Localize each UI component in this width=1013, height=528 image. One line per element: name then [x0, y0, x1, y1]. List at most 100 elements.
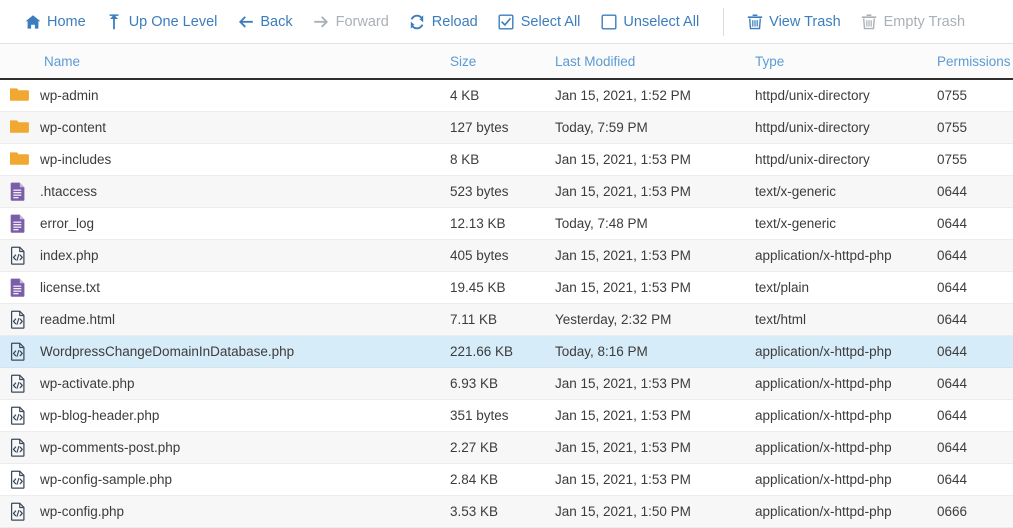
cell-permissions: 0644 — [927, 399, 1013, 432]
cell-name[interactable]: .htaccess — [0, 175, 440, 208]
table-row[interactable]: wp-activate.php 6.93 KB Jan 15, 2021, 1:53… — [0, 367, 1013, 400]
cell-type: httpd/unix-directory — [745, 79, 927, 112]
cell-name[interactable]: wp-blog-header.php — [0, 399, 440, 432]
cell-modified: Today, 7:48 PM — [545, 207, 745, 240]
cell-type: application/x-httpd-php — [745, 335, 927, 368]
cell-modified: Jan 15, 2021, 1:53 PM — [545, 271, 745, 304]
cell-type: text/x-generic — [745, 175, 927, 208]
toolbar-forward-label: Forward — [335, 13, 389, 30]
checkbox-empty-icon — [600, 13, 617, 30]
column-header-name-label: Name — [44, 53, 81, 69]
cell-size: 8 KB — [440, 143, 545, 176]
cell-permissions: 0644 — [927, 335, 1013, 368]
code-file-icon — [10, 245, 29, 266]
table-row[interactable]: wp-admin 4 KB Jan 15, 2021, 1:52 PM httpd/u… — [0, 79, 1013, 112]
table-row[interactable]: readme.html 7.11 KB Yesterday, 2:32 PM text… — [0, 303, 1013, 336]
file-name-label[interactable]: wp-config-sample.php — [40, 472, 172, 487]
toolbar-select-all-label: Select All — [520, 13, 581, 30]
column-header-size[interactable]: Size — [440, 44, 545, 80]
text-file-icon — [10, 181, 29, 202]
cell-size: 221.66 KB — [440, 335, 545, 368]
table-row[interactable]: wp-blog-header.php 351 bytes Jan 15, 2021,… — [0, 399, 1013, 432]
column-header-permissions[interactable]: Permissions — [927, 44, 1013, 80]
table-row[interactable]: wp-config-sample.php 2.84 KB Jan 15, 2021,… — [0, 463, 1013, 496]
table-row[interactable]: wp-content 127 bytes Today, 7:59 PM httpd/u… — [0, 111, 1013, 144]
cell-modified: Jan 15, 2021, 1:53 PM — [545, 367, 745, 400]
checkbox-checked-icon — [498, 13, 515, 30]
cell-name[interactable]: wp-config.php — [0, 495, 440, 528]
file-name-label[interactable]: wp-activate.php — [40, 376, 135, 391]
toolbar-forward: Forward — [303, 7, 399, 37]
file-name-label[interactable]: readme.html — [40, 312, 115, 327]
file-name-label[interactable]: WordpressChangeDomainInDatabase.php — [40, 344, 294, 359]
cell-type: text/x-generic — [745, 207, 927, 240]
file-name-label[interactable]: wp-includes — [40, 152, 111, 167]
toolbar-back[interactable]: Back — [227, 7, 302, 37]
cell-permissions: 0755 — [927, 111, 1013, 144]
cell-permissions: 0644 — [927, 303, 1013, 336]
table-row[interactable]: wp-includes 8 KB Jan 15, 2021, 1:53 PM http… — [0, 143, 1013, 176]
file-table-body: wp-admin 4 KB Jan 15, 2021, 1:52 PM httpd/u… — [0, 79, 1013, 528]
cell-name[interactable]: wp-config-sample.php — [0, 463, 440, 496]
table-row[interactable]: index.php 405 bytes Jan 15, 2021, 1:53 PM a… — [0, 239, 1013, 272]
cell-name[interactable]: wp-includes — [0, 143, 440, 176]
cell-name[interactable]: wp-admin — [0, 79, 440, 112]
cell-type: application/x-httpd-php — [745, 239, 927, 272]
file-name-label[interactable]: wp-blog-header.php — [40, 408, 159, 423]
file-name-label[interactable]: wp-admin — [40, 88, 99, 103]
column-header-modified[interactable]: Last Modified — [545, 44, 745, 80]
cell-modified: Jan 15, 2021, 1:53 PM — [545, 399, 745, 432]
cell-name[interactable]: wp-content — [0, 111, 440, 144]
column-header-size-label: Size — [450, 53, 477, 69]
file-name-label[interactable]: wp-comments-post.php — [40, 440, 180, 455]
toolbar-view-trash[interactable]: View Trash — [736, 7, 850, 37]
table-row[interactable]: WordpressChangeDomainInDatabase.php 221.6… — [0, 335, 1013, 368]
cell-name[interactable]: wp-activate.php — [0, 367, 440, 400]
toolbar-home[interactable]: Home — [14, 7, 96, 37]
table-row[interactable]: error_log 12.13 KB Today, 7:48 PM text/x-ge… — [0, 207, 1013, 240]
toolbar-unselect-all[interactable]: Unselect All — [590, 7, 709, 37]
file-name-label[interactable]: .htaccess — [40, 184, 97, 199]
table-row[interactable]: license.txt 19.45 KB Jan 15, 2021, 1:53 PM… — [0, 271, 1013, 304]
code-file-icon — [10, 469, 29, 490]
cell-size: 2.84 KB — [440, 463, 545, 496]
file-name-label[interactable]: index.php — [40, 248, 99, 263]
cell-size: 4 KB — [440, 79, 545, 112]
file-name-label[interactable]: license.txt — [40, 280, 100, 295]
file-name-label[interactable]: error_log — [40, 216, 94, 231]
table-row[interactable]: wp-config.php 3.53 KB Jan 15, 2021, 1:50 P… — [0, 495, 1013, 528]
file-name-label[interactable]: wp-content — [40, 120, 106, 135]
file-listing-table: Name Size Last Modified Type Permissions wp-… — [0, 44, 1013, 528]
table-row[interactable]: wp-comments-post.php 2.27 KB Jan 15, 2021,… — [0, 431, 1013, 464]
cell-name[interactable]: license.txt — [0, 271, 440, 304]
toolbar-reload[interactable]: Reload — [399, 7, 488, 37]
toolbar-empty-trash-label: Empty Trash — [883, 13, 966, 30]
file-table-header: Name Size Last Modified Type Permissions — [0, 44, 1013, 80]
cell-modified: Jan 15, 2021, 1:53 PM — [545, 175, 745, 208]
home-icon — [24, 13, 41, 30]
cell-name[interactable]: WordpressChangeDomainInDatabase.php — [0, 335, 440, 368]
code-file-icon — [10, 373, 29, 394]
cell-permissions: 0755 — [927, 79, 1013, 112]
arrow-right-icon — [313, 13, 330, 30]
file-table-header-row: Name Size Last Modified Type Permissions — [0, 44, 1013, 80]
toolbar-view-trash-label: View Trash — [769, 13, 841, 30]
cell-name[interactable]: index.php — [0, 239, 440, 272]
cell-type: httpd/unix-directory — [745, 143, 927, 176]
cell-type: httpd/unix-directory — [745, 111, 927, 144]
file-name-label[interactable]: wp-config.php — [40, 504, 124, 519]
arrow-up-icon — [106, 13, 123, 30]
toolbar-up-one-level[interactable]: Up One Level — [96, 7, 228, 37]
toolbar-select-all[interactable]: Select All — [488, 7, 591, 37]
column-header-name[interactable]: Name — [0, 44, 440, 80]
column-header-type[interactable]: Type — [745, 44, 927, 80]
folder-icon — [10, 149, 29, 170]
cell-name[interactable]: wp-comments-post.php — [0, 431, 440, 464]
toolbar-empty-trash: Empty Trash — [851, 7, 975, 37]
cell-name[interactable]: error_log — [0, 207, 440, 240]
cell-modified: Today, 7:59 PM — [545, 111, 745, 144]
cell-size: 6.93 KB — [440, 367, 545, 400]
column-header-modified-label: Last Modified — [555, 53, 636, 69]
table-row[interactable]: .htaccess 523 bytes Jan 15, 2021, 1:53 PM t… — [0, 175, 1013, 208]
cell-name[interactable]: readme.html — [0, 303, 440, 336]
